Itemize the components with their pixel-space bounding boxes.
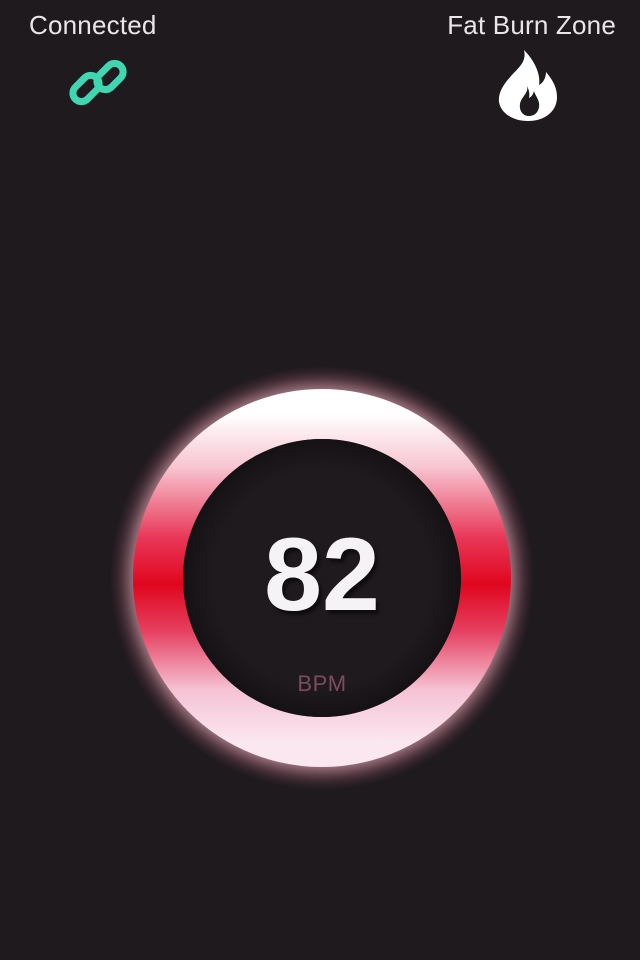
heart-rate-screen: Connected Fat Burn Zone 82 BPM: [0, 0, 640, 960]
heart-rate-unit: BPM: [297, 671, 347, 696]
heart-rate-value: 82: [264, 517, 380, 633]
connection-status-label: Connected: [29, 10, 157, 40]
heart-rate-ring: [0, 0, 640, 960]
link-icon[interactable]: [66, 54, 130, 114]
flame-icon: [494, 48, 562, 122]
zone-status-label: Fat Burn Zone: [447, 10, 616, 40]
